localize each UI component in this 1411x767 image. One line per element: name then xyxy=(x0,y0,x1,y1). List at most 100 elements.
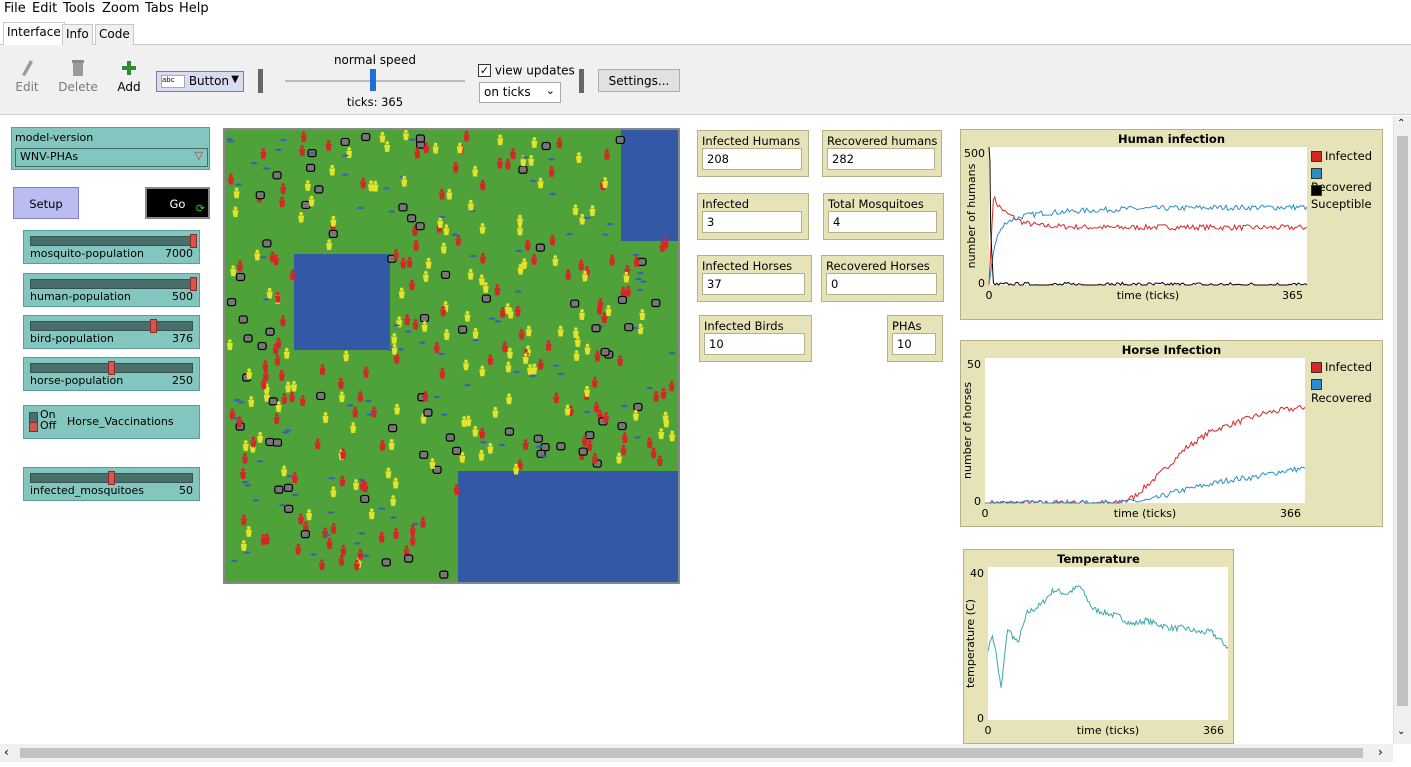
menu-zoom[interactable]: Zoom xyxy=(102,1,139,16)
horse-population-slider[interactable]: horse-population 250 xyxy=(23,357,200,391)
chooser-label: model-version xyxy=(15,131,94,144)
legend-infected: Infected xyxy=(1311,360,1372,374)
slider-thumb[interactable] xyxy=(190,234,197,248)
slider-track[interactable] xyxy=(30,236,193,246)
switch-off-label: Off xyxy=(40,419,57,432)
horse-agent xyxy=(452,446,462,455)
scrollbar-thumb[interactable] xyxy=(20,748,1363,758)
slider-track[interactable] xyxy=(30,321,193,331)
tab-interface[interactable]: Interface xyxy=(3,22,65,45)
horse-agent xyxy=(306,163,316,172)
monitor-recovered-horses: Recovered Horses 0 xyxy=(821,255,944,302)
speed-slow-marker xyxy=(258,69,263,93)
horse-agent xyxy=(600,347,610,357)
menu-tabs[interactable]: Tabs xyxy=(145,1,174,16)
monitor-phas: PHAs 10 xyxy=(887,315,943,362)
chooser-selected: WNV-PHAs xyxy=(20,150,79,163)
monitor-infected-humans: Infected Humans 208 xyxy=(697,130,809,177)
infected-mosquitoes-slider[interactable]: infected_mosquitoes 50 xyxy=(23,467,200,501)
menu-edit[interactable]: Edit xyxy=(32,1,57,16)
human-infection-plot: Human infection 500 0 0 365 time (ticks) numb… xyxy=(960,129,1383,320)
horse-agent xyxy=(406,214,417,223)
monitor-value: 0 xyxy=(826,273,937,295)
world-canvas[interactable] xyxy=(225,130,678,582)
settings-button[interactable]: Settings... xyxy=(598,69,680,92)
horse-agent xyxy=(624,323,634,332)
horse-vaccinations-switch[interactable]: On Off Horse_Vaccinations xyxy=(23,405,200,439)
switch-knob[interactable] xyxy=(29,422,38,432)
edit-tool[interactable]: Edit xyxy=(14,59,40,94)
horse-agent xyxy=(556,442,566,451)
y-max-label: 50 xyxy=(967,358,981,371)
view-updates-label: view updates xyxy=(494,63,575,78)
slider-thumb[interactable] xyxy=(190,277,197,291)
speed-label: normal speed xyxy=(333,53,417,67)
temperature-plot: Temperature 40 0 0 366 time (ticks) temperatu… xyxy=(963,549,1234,744)
horse-agent xyxy=(617,295,628,305)
slider-thumb[interactable] xyxy=(108,471,115,485)
horse-agent xyxy=(262,239,272,248)
mosquito-population-slider[interactable]: mosquito-population 7000 xyxy=(23,230,200,264)
horse-agent xyxy=(419,450,429,459)
horse-agent xyxy=(243,334,253,343)
view-updates-toggle[interactable]: ✓ view updates xyxy=(478,63,575,78)
x-max-label: 365 xyxy=(1282,289,1303,302)
vertical-scrollbar[interactable]: ⌃ ⌄ xyxy=(1393,116,1411,744)
menu-bar: File Edit Tools Zoom Tabs Help xyxy=(0,0,1411,18)
update-mode-select[interactable]: on ticks ⌄ xyxy=(479,82,561,103)
checkbox-checked-icon[interactable]: ✓ xyxy=(478,64,491,77)
horse-agent xyxy=(651,298,661,308)
setup-button[interactable]: Setup xyxy=(13,187,79,219)
world-view[interactable] xyxy=(223,128,680,584)
y-max-label: 40 xyxy=(970,567,984,580)
slider-thumb[interactable] xyxy=(108,361,115,375)
chooser-value[interactable]: WNV-PHAs ▽ xyxy=(15,148,208,167)
widget-type-value: Button xyxy=(188,74,230,88)
horse-agent xyxy=(272,171,282,180)
go-button[interactable]: Go ⟳ xyxy=(145,187,210,219)
y-axis-label: number of horses xyxy=(961,382,974,479)
slider-value: 500 xyxy=(172,290,193,303)
monitor-infected-mosquitoes: Infected Mosquitoes 3 xyxy=(697,193,809,240)
slider-thumb[interactable] xyxy=(150,319,157,333)
delete-tool[interactable]: Delete xyxy=(58,59,98,94)
menu-tools[interactable]: Tools xyxy=(63,1,95,16)
horse-agent xyxy=(381,558,391,567)
add-tool[interactable]: Add xyxy=(114,59,144,94)
horse-agent xyxy=(360,494,370,504)
add-label: Add xyxy=(117,80,141,94)
legend-recovered: Recovered xyxy=(1311,377,1382,405)
slider-value: 7000 xyxy=(165,247,193,260)
human-population-slider[interactable]: human-population 500 xyxy=(23,273,200,307)
bird-population-slider[interactable]: bird-population 376 xyxy=(23,315,200,349)
monitor-value: 10 xyxy=(892,333,936,355)
legend-label: Infected xyxy=(1325,149,1373,163)
monitor-recovered-humans: Recovered humans 282 xyxy=(822,130,942,177)
speed-fast-marker xyxy=(579,69,584,93)
horse-agent xyxy=(314,185,324,194)
menu-help[interactable]: Help xyxy=(179,1,209,16)
y-min-label: 0 xyxy=(978,277,985,290)
horizontal-scrollbar[interactable]: ‹ › xyxy=(0,744,1393,762)
horse-agent xyxy=(300,530,310,539)
horse-agent xyxy=(388,424,398,433)
horse-agent xyxy=(283,483,294,492)
trash-icon xyxy=(72,60,84,76)
delete-label: Delete xyxy=(58,80,98,94)
tab-info[interactable]: Info xyxy=(62,24,93,45)
scroll-down-icon[interactable]: ⌄ xyxy=(1397,726,1405,737)
scrollbar-thumb[interactable] xyxy=(1397,136,1408,706)
scroll-right-icon[interactable]: › xyxy=(1378,745,1383,759)
widget-type-select[interactable]: abc Button ▼ xyxy=(156,71,244,92)
speed-slider-thumb[interactable] xyxy=(370,69,376,91)
horse-agent xyxy=(238,315,248,324)
model-version-chooser[interactable]: model-version WNV-PHAs ▽ xyxy=(11,127,210,170)
horse-agent xyxy=(268,397,278,406)
slider-track[interactable] xyxy=(30,279,193,289)
scroll-left-icon[interactable]: ‹ xyxy=(4,745,9,759)
monitor-label: Infected Humans xyxy=(702,134,801,148)
tab-code[interactable]: Code xyxy=(95,24,134,45)
scroll-up-icon[interactable]: ⌃ xyxy=(1397,118,1405,129)
menu-file[interactable]: File xyxy=(4,1,26,16)
x-axis-label: time (ticks) xyxy=(1117,289,1179,302)
